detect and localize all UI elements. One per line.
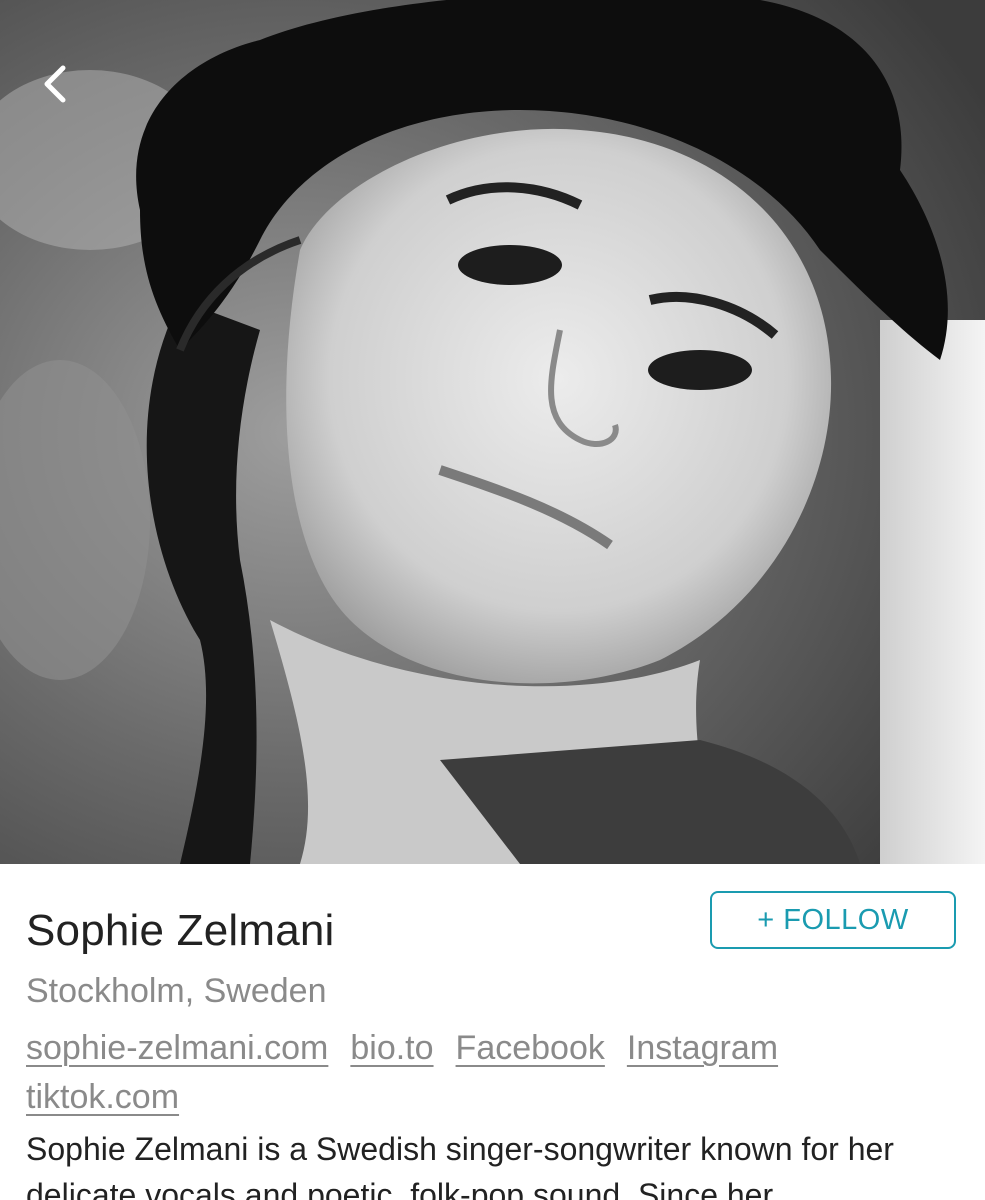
artist-bio: Sophie Zelmani is a Swedish singer-songw…	[26, 1131, 894, 1200]
link-website[interactable]: sophie-zelmani.com	[26, 1029, 328, 1067]
chevron-left-icon	[44, 65, 66, 103]
artist-photo	[0, 0, 985, 864]
back-button[interactable]	[26, 56, 82, 112]
link-bio[interactable]: bio.to	[350, 1029, 433, 1067]
artist-links: sophie-zelmani.com bio.to Facebook Instagra…	[26, 1024, 926, 1122]
link-instagram[interactable]: Instagram	[627, 1029, 778, 1067]
portrait-illustration	[0, 0, 985, 864]
follow-button[interactable]: + FOLLOW	[710, 891, 956, 949]
artist-name: Sophie Zelmani	[26, 906, 335, 955]
link-tiktok[interactable]: tiktok.com	[26, 1078, 179, 1116]
link-facebook[interactable]: Facebook	[456, 1029, 605, 1067]
artist-profile-page: Sophie Zelmani + FOLLOW Stockholm, Swede…	[0, 0, 985, 1200]
artist-info: Sophie Zelmani + FOLLOW Stockholm, Swede…	[0, 864, 985, 1200]
artist-location: Stockholm, Sweden	[26, 972, 327, 1010]
